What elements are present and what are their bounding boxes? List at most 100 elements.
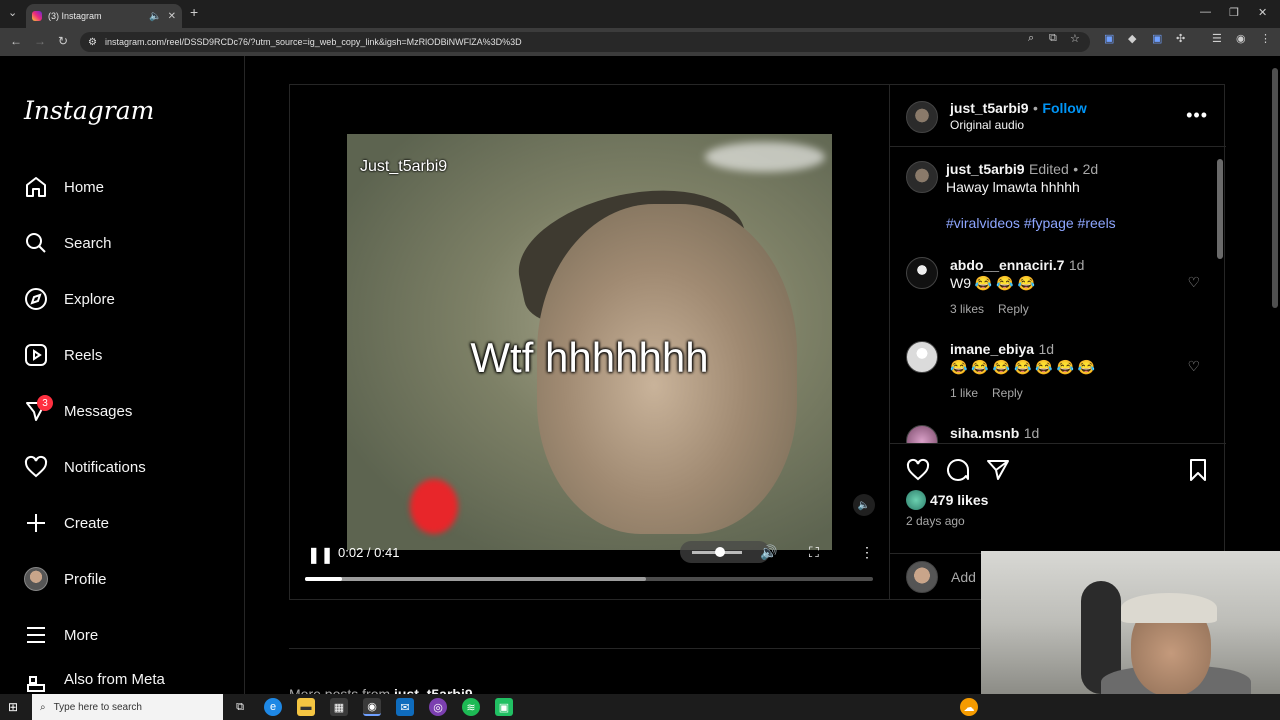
sidebar-item-label: Profile <box>64 570 107 588</box>
chrome-icon[interactable]: ◉ <box>363 698 381 716</box>
weather-icon[interactable]: ☁ <box>960 698 978 716</box>
sidebar-item-more[interactable]: More <box>24 615 98 655</box>
volume-knob[interactable] <box>714 547 725 557</box>
reply-button[interactable]: Reply <box>992 386 1023 400</box>
tab-title: (3) Instagram <box>48 11 102 21</box>
commenter-avatar[interactable] <box>906 257 938 289</box>
home-icon <box>26 177 46 197</box>
tab-search-icon[interactable]: ⌄ <box>8 6 17 19</box>
post-actions: 479 likes 2 days ago <box>890 443 1226 553</box>
translate-extension-icon[interactable]: ▣ <box>1104 32 1114 45</box>
task-view-icon[interactable]: ⧉ <box>231 698 249 716</box>
extension-box-icon[interactable]: ▣ <box>1152 32 1162 45</box>
post-options-icon[interactable]: ••• <box>1186 105 1208 126</box>
caption-age: 2d <box>1082 161 1099 177</box>
back-icon[interactable]: ← <box>10 34 22 48</box>
share-icon[interactable] <box>986 458 1010 482</box>
mail-icon[interactable]: ✉ <box>396 698 414 716</box>
reply-button[interactable]: Reply <box>998 302 1029 316</box>
comment-like-icon[interactable]: ♡ <box>1187 358 1200 375</box>
address-bar[interactable]: ⚙ instagram.com/reel/DSSD9RCDc76/?utm_so… <box>80 32 1090 52</box>
close-window-icon[interactable]: ✕ <box>1258 6 1267 19</box>
comment-username[interactable]: abdo__ennaciri.7 <box>950 257 1064 273</box>
green-app-icon[interactable]: ▣ <box>495 698 513 716</box>
sidebar-item-create[interactable]: Create <box>24 503 109 543</box>
video-player[interactable]: Just_t5arbi9 Wtf hhhhhhh 🔈 ❚❚ 0:02 / 0:4… <box>290 85 889 599</box>
comments-scroll-thumb[interactable] <box>1217 159 1223 259</box>
tab-close-icon[interactable]: ✕ <box>168 11 176 22</box>
restore-icon[interactable]: ❐ <box>1229 6 1239 19</box>
fullscreen-icon[interactable]: ⛶ <box>809 544 819 561</box>
messenger-app-icon[interactable]: ◎ <box>429 698 447 716</box>
sidebar-item-messages[interactable]: 3 Messages <box>24 391 132 431</box>
commenter-avatar[interactable] <box>906 341 938 373</box>
hashtag-link[interactable]: #fypage <box>1024 215 1074 231</box>
caption-header: just_t5arbi9 Edited • 2d <box>946 161 1098 179</box>
video-mute-icon[interactable]: 🔈 <box>853 494 875 516</box>
video-progress-bar[interactable] <box>305 577 873 581</box>
sidebar-item-search[interactable]: Search <box>24 223 112 263</box>
like-heart-icon[interactable] <box>906 458 930 482</box>
sidebar-item-label: Reels <box>64 346 103 364</box>
browser-tab[interactable]: (3) Instagram 🔈 ✕ <box>26 4 182 28</box>
notification-badge: 3 <box>37 395 53 411</box>
edge-icon[interactable]: e <box>264 698 282 716</box>
author-username[interactable]: just_t5arbi9 <box>950 100 1029 116</box>
video-more-icon[interactable]: ⋮ <box>860 544 874 561</box>
windows-start-icon[interactable]: ⊞ <box>8 700 22 714</box>
sidebar-item-also-from-meta[interactable]: Also from Meta <box>24 671 165 694</box>
install-icon[interactable]: ⧉ <box>1049 32 1057 45</box>
browser-menu-icon[interactable]: ⋮ <box>1260 32 1271 45</box>
comment-bubble-icon[interactable] <box>946 458 970 482</box>
tab-audio-icon[interactable]: 🔈 <box>149 11 161 22</box>
comment-username[interactable]: siha.msnb <box>950 425 1019 441</box>
volume-slider[interactable] <box>680 541 770 563</box>
likes-count[interactable]: 479 likes <box>906 490 988 510</box>
store-icon[interactable]: ▦ <box>330 698 348 716</box>
file-explorer-icon[interactable]: ▬ <box>297 698 315 716</box>
site-info-icon[interactable]: ⚙ <box>88 37 97 48</box>
spotify-icon[interactable]: ≋ <box>462 698 480 716</box>
new-tab-icon[interactable]: + <box>190 4 198 20</box>
extension-diamond-icon[interactable]: ◆ <box>1128 32 1136 45</box>
comment-header: imane_ebiya 1d <box>950 341 1054 359</box>
video-scene-blur <box>705 142 825 172</box>
caption-author-avatar[interactable] <box>906 161 938 193</box>
comments-scrollbar[interactable] <box>1217 151 1223 437</box>
page-scroll-thumb[interactable] <box>1272 68 1278 308</box>
forward-icon[interactable]: → <box>34 34 46 48</box>
bookmark-star-icon[interactable]: ☆ <box>1070 32 1080 45</box>
comment-like-icon[interactable]: ♡ <box>1187 274 1200 291</box>
sidebar-item-home[interactable]: Home <box>24 167 104 207</box>
minimize-icon[interactable]: — <box>1200 6 1211 18</box>
zoom-icon[interactable]: ⌕ <box>1028 32 1034 45</box>
profile-icon[interactable]: ◉ <box>1236 32 1246 45</box>
pause-icon[interactable]: ❚❚ <box>307 545 334 565</box>
author-avatar[interactable] <box>906 101 938 133</box>
extensions-puzzle-icon[interactable]: ✣ <box>1176 32 1185 45</box>
comment-input[interactable]: Add <box>951 569 976 585</box>
original-audio-link[interactable]: Original audio <box>950 118 1024 132</box>
comment-username[interactable]: imane_ebiya <box>950 341 1034 357</box>
reload-icon[interactable]: ↻ <box>58 34 68 48</box>
video-frame[interactable]: Just_t5arbi9 Wtf hhhhhhh <box>347 134 832 550</box>
sidebar-item-explore[interactable]: Explore <box>24 279 115 319</box>
windows-taskbar: ⊞ ⌕ Type here to search ⧉ e ▬ ▦ ◉ ✉ ◎ ≋ … <box>0 694 1280 720</box>
commenter-avatar[interactable] <box>906 425 938 443</box>
save-bookmark-icon[interactable] <box>1186 458 1210 482</box>
hashtag-link[interactable]: #reels <box>1078 215 1116 231</box>
sidebar-item-notifications[interactable]: Notifications <box>24 447 146 487</box>
comment-likes[interactable]: 3 likes <box>950 302 984 316</box>
volume-icon[interactable]: 🔊 <box>760 544 777 561</box>
sidebar-item-reels[interactable]: Reels <box>24 335 102 375</box>
follow-separator: • <box>1033 100 1038 116</box>
sidebar-item-profile[interactable]: Profile <box>24 559 107 599</box>
follow-button[interactable]: Follow <box>1042 100 1086 116</box>
instagram-logo[interactable]: Instagram <box>24 96 154 125</box>
taskbar-search-input[interactable]: ⌕ Type here to search <box>32 694 223 720</box>
reading-list-icon[interactable]: ☰ <box>1212 32 1222 45</box>
caption-author[interactable]: just_t5arbi9 <box>946 161 1025 177</box>
hashtag-link[interactable]: #viralvideos <box>946 215 1020 231</box>
comment-likes[interactable]: 1 like <box>950 386 978 400</box>
hashtags: #viralvideos #fypage #reels <box>946 215 1116 231</box>
